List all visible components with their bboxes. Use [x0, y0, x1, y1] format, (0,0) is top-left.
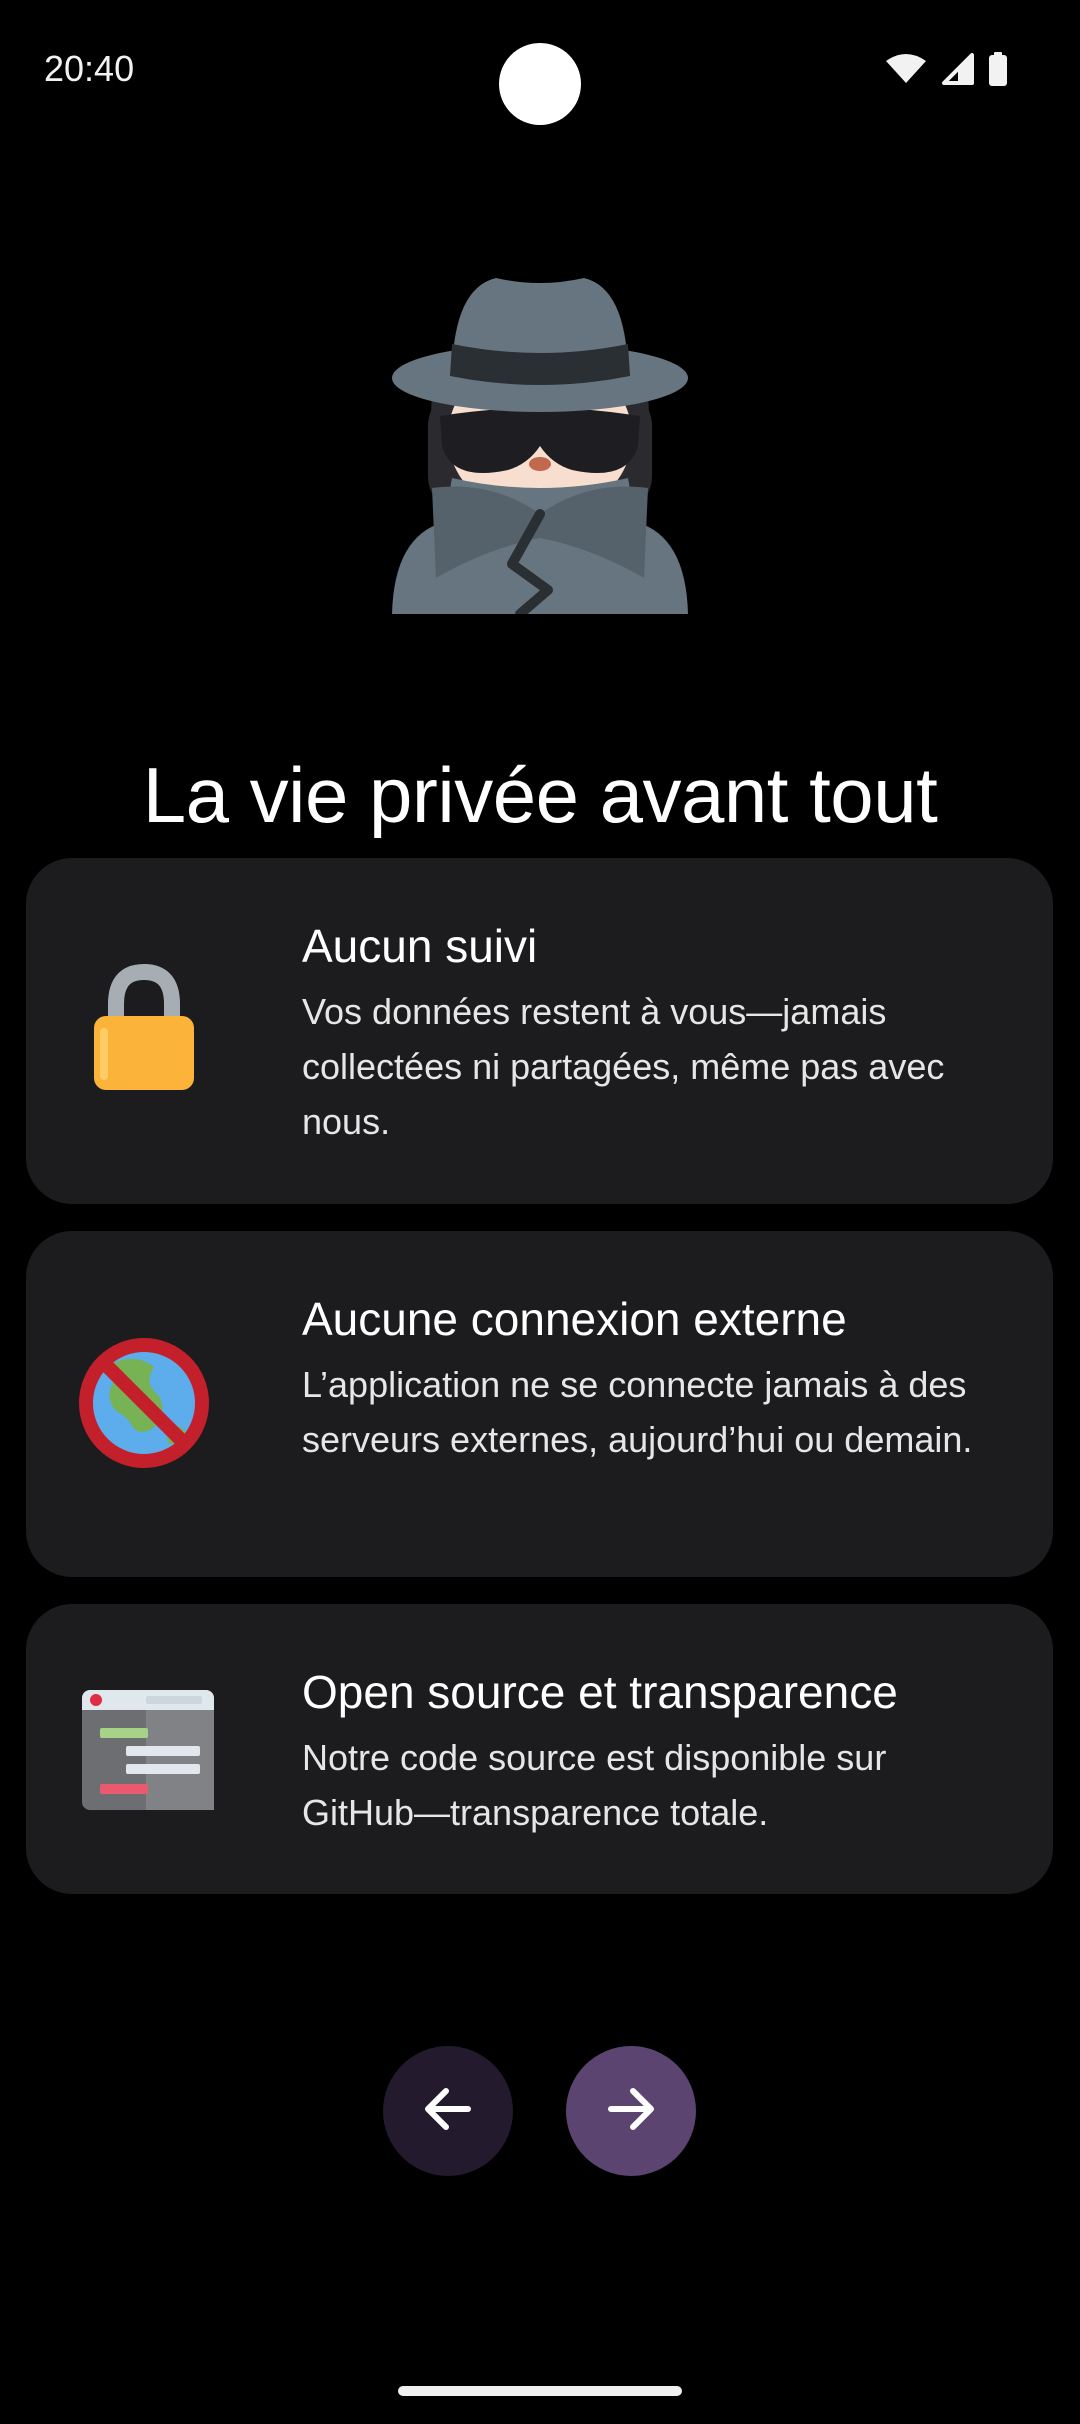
wifi-icon	[886, 53, 926, 90]
card-description: Vos données restent à vous—jamais collec…	[302, 991, 945, 1142]
card-description: L’application ne se connecte jamais à de…	[302, 1364, 973, 1460]
card-title: Aucun suivi	[302, 920, 538, 972]
status-icons	[886, 52, 1008, 91]
detective-emoji-icon	[392, 268, 688, 619]
home-indicator[interactable]	[398, 2386, 682, 2396]
card-title: Aucune connexion externe	[302, 1293, 847, 1345]
feature-card-no-tracking: Aucun suivi Vos données restent à vous—j…	[26, 858, 1053, 1204]
feature-card-no-external-connection: Aucune connexion externe L’application n…	[26, 1231, 1053, 1577]
source-code-window-icon	[74, 1680, 214, 1820]
no-globe-icon	[74, 1333, 214, 1473]
battery-icon	[988, 52, 1008, 91]
back-button[interactable]	[383, 2046, 513, 2176]
card-title: Open source et transparence	[302, 1666, 898, 1718]
camera-cutout	[499, 43, 581, 125]
cellular-signal-icon	[940, 53, 974, 90]
feature-card-open-source: Open source et transparence Notre code s…	[26, 1604, 1053, 1894]
status-time: 20:40	[44, 48, 135, 89]
arrow-left-icon	[418, 2079, 478, 2144]
arrow-right-icon	[601, 2079, 661, 2144]
status-bar: 20:40	[0, 0, 1080, 140]
next-button[interactable]	[566, 2046, 696, 2176]
onboarding-screen: 20:40 La vie privée avant tout Aucun sui…	[0, 0, 1080, 2424]
lock-icon	[74, 958, 214, 1098]
page-title: La vie privée avant tout	[142, 751, 938, 840]
card-description: Notre code source est disponible sur Git…	[302, 1737, 887, 1833]
